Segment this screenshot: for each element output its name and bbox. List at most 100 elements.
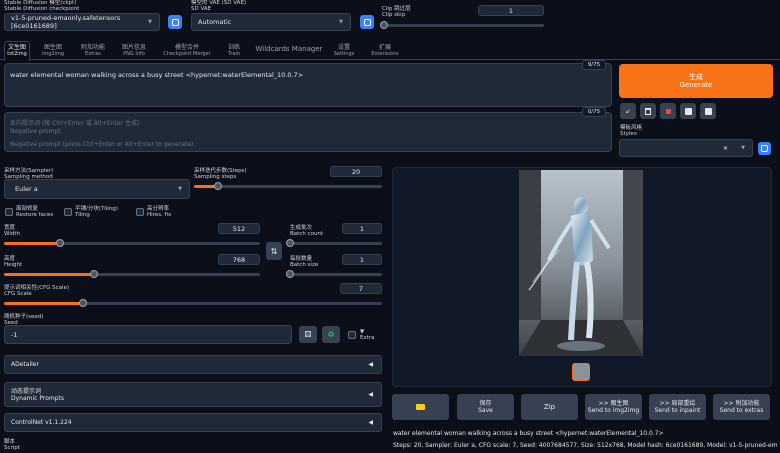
sampling-steps-input[interactable]: 20 [330, 166, 382, 177]
restore-faces-label: 面部修复 Restore faces [16, 206, 54, 218]
height-slider[interactable] [4, 270, 260, 278]
negative-prompt-textarea[interactable]: 反向提示词 (按 Ctrl+Enter 或 Alt+Enter 生成) Negat… [4, 112, 612, 152]
batch-size-slider[interactable] [286, 270, 382, 278]
save-style-button[interactable] [700, 103, 716, 119]
send-to-extras-button[interactable]: >> 附加功能 Send to extras [713, 394, 770, 420]
zip-button[interactable]: Zip [521, 394, 578, 420]
sampling-method-value: Euler a [15, 185, 38, 193]
tab-train[interactable]: 训练 Train [224, 44, 244, 58]
controlnet-accordion[interactable]: ControlNet v1.1.224 ◀ [4, 413, 382, 432]
random-seed-button[interactable]: ⚄ [299, 326, 317, 343]
clear-prompt-button[interactable] [640, 103, 656, 119]
slider-knob[interactable] [79, 299, 88, 307]
slider-fill [4, 302, 84, 305]
slider-knob[interactable] [380, 21, 388, 29]
vae-select[interactable]: Automatic ▼ [191, 13, 351, 31]
sampling-steps-slider[interactable] [194, 182, 382, 190]
slider-knob[interactable] [56, 239, 65, 247]
batch-size-input[interactable]: 1 [342, 254, 382, 265]
height-label: 高度 Height [4, 256, 23, 268]
styles-select[interactable]: ✕ ▼ [619, 139, 753, 157]
slider-knob[interactable] [214, 182, 223, 190]
swap-dimensions-button[interactable]: ⇅ [266, 242, 282, 260]
cfg-scale-slider[interactable] [4, 299, 382, 307]
recycle-icon: ♻ [327, 330, 335, 339]
flag-icon [665, 108, 671, 114]
tab-img2img[interactable]: 图生图 img2img [39, 44, 67, 58]
slider-knob[interactable] [286, 270, 294, 278]
adetailer-accordion[interactable]: ADetailer ◀ [4, 355, 382, 374]
thumbnail[interactable] [572, 363, 590, 381]
slider-knob[interactable] [286, 239, 294, 247]
read-params-button[interactable]: ↙ [620, 103, 636, 119]
batch-count-slider[interactable] [286, 239, 382, 247]
clip-skip-slider[interactable] [380, 21, 544, 29]
height-input[interactable]: 768 [218, 254, 260, 265]
refresh-vae-button[interactable] [360, 15, 374, 29]
tab-wildcards-manager[interactable]: Wildcards Manager [253, 46, 325, 53]
accordion-label: ControlNet v1.1.224 [11, 419, 72, 426]
refresh-icon [171, 18, 179, 26]
tab-extras[interactable]: 附加功能 Extras [78, 44, 108, 58]
clipboard-icon [684, 107, 692, 115]
prompt-text: water elemental woman walking across a b… [10, 71, 304, 79]
save-button[interactable]: 保存 Save [457, 394, 514, 420]
close-icon[interactable]: ✕ [723, 145, 728, 152]
send-to-img2img-button[interactable]: >> 图生图 Send to img2img [585, 394, 642, 420]
batch-count-label: 生成批次 Batch count [290, 225, 324, 237]
collapse-arrow-icon: ◀ [368, 419, 373, 426]
chevron-down-icon: ▼ [178, 186, 182, 192]
checkpoint-value: v1-5-pruned-emaonly.safetensors [6ce0161… [11, 14, 121, 30]
prompt-textarea[interactable]: water elemental woman walking across a b… [4, 63, 612, 107]
extra-networks-button[interactable] [660, 103, 676, 119]
dynamic-prompts-accordion[interactable]: 动态提示词 Dynamic Prompts ◀ [4, 382, 382, 407]
checkpoint-label: Stable Diffusion 模型(ckpt) Stable Diffusio… [4, 0, 80, 12]
open-folder-button[interactable] [392, 394, 449, 420]
slider-fill [4, 273, 94, 276]
collapse-arrow-icon: ◀ [368, 391, 373, 398]
hires-fix-checkbox[interactable] [136, 208, 144, 216]
clip-skip-label: Clip 跳过层 Clip skip [382, 6, 411, 18]
collapse-arrow-icon: ◀ [368, 361, 373, 368]
vae-value: Automatic [198, 18, 232, 26]
chevron-down-icon: ▼ [741, 145, 745, 151]
cfg-scale-input[interactable]: 7 [340, 283, 382, 294]
tab-checkpoint-merger[interactable]: 模型合并 Checkpoint Merger [158, 44, 216, 58]
clip-skip-input[interactable]: 1 [478, 5, 544, 16]
tiling-checkbox[interactable] [64, 208, 72, 216]
width-slider[interactable] [4, 239, 260, 247]
generated-image[interactable] [519, 170, 643, 356]
sampling-steps-label: 采样迭代步数(Steps) Sampling steps [194, 168, 247, 180]
width-input[interactable]: 512 [218, 223, 260, 234]
batch-count-input[interactable]: 1 [342, 223, 382, 234]
styles-label: 模板风格 Styles [620, 125, 643, 137]
arrow-icon: ↙ [625, 107, 631, 115]
tab-extensions[interactable]: 扩展 Extensions [366, 44, 404, 58]
trash-icon [645, 107, 651, 115]
sampling-method-select[interactable]: Euler a ▼ [4, 179, 190, 199]
tiling-label: 平铺/分块(Tiling) Tiling [75, 206, 118, 218]
extra-seed-label: ▼ Extra [360, 329, 375, 341]
checkpoint-select[interactable]: v1-5-pruned-emaonly.safetensors [6ce0161… [4, 13, 160, 31]
prompt-token-counter: 9/75 [582, 60, 606, 70]
send-to-inpaint-button[interactable]: >> 局部重绘 Send to inpaint [649, 394, 706, 420]
tab-txt2img[interactable]: 文生图 txt2img [7, 44, 27, 58]
folder-icon [416, 404, 425, 410]
generate-button[interactable]: 生成 Generate [619, 64, 773, 98]
apply-style-button[interactable] [680, 103, 696, 119]
save-icon [704, 107, 712, 115]
generation-info-params: Steps: 20, Sampler: Euler a, CFG scale: … [393, 442, 777, 449]
seed-input[interactable]: -1 [4, 325, 292, 344]
refresh-checkpoint-button[interactable] [168, 15, 182, 29]
restore-faces-checkbox[interactable] [5, 208, 13, 216]
tab-png-info[interactable]: 图片信息 PNG Info [118, 44, 150, 58]
cfg-scale-label: 提示词相关性(CFG Scale) CFG Scale [4, 285, 70, 297]
reuse-seed-button[interactable]: ♻ [322, 326, 340, 343]
tab-settings[interactable]: 设置 Settings [332, 44, 356, 58]
slider-knob[interactable] [89, 270, 98, 278]
width-label: 宽度 Width [4, 225, 20, 237]
extra-seed-checkbox[interactable] [348, 331, 356, 339]
refresh-icon [761, 145, 768, 152]
chevron-down-icon: ▼ [339, 19, 343, 25]
refresh-styles-button[interactable] [758, 142, 771, 155]
